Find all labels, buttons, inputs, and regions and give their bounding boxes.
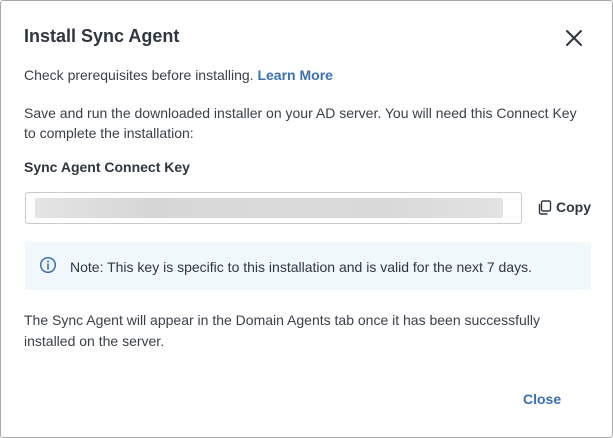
- close-icon: [566, 30, 582, 46]
- note-banner: Note: This key is specific to this insta…: [25, 242, 591, 290]
- connect-key-label: Sync Agent Connect Key: [24, 159, 190, 175]
- prerequisites-text: Check prerequisites before installing.: [24, 67, 254, 83]
- close-dialog-button[interactable]: [563, 27, 585, 49]
- copy-label: Copy: [556, 199, 591, 215]
- note-text: Note: This key is specific to this insta…: [70, 259, 532, 275]
- connect-key-field[interactable]: [25, 192, 522, 224]
- copy-key-button[interactable]: Copy: [537, 197, 591, 217]
- learn-more-link[interactable]: Learn More: [257, 67, 332, 83]
- footer-info-text: The Sync Agent will appear in the Domain…: [24, 312, 540, 349]
- install-sync-agent-dialog: Install Sync Agent Check prerequisites b…: [0, 0, 613, 438]
- connect-key-value-redacted: [35, 198, 503, 218]
- copy-icon: [538, 199, 552, 215]
- install-description: Save and run the downloaded installer on…: [24, 105, 577, 141]
- prerequisites-line: Check prerequisites before installing. L…: [24, 67, 333, 83]
- dialog-title: Install Sync Agent: [24, 26, 180, 46]
- close-button[interactable]: Close: [523, 391, 561, 407]
- info-icon: [39, 256, 57, 274]
